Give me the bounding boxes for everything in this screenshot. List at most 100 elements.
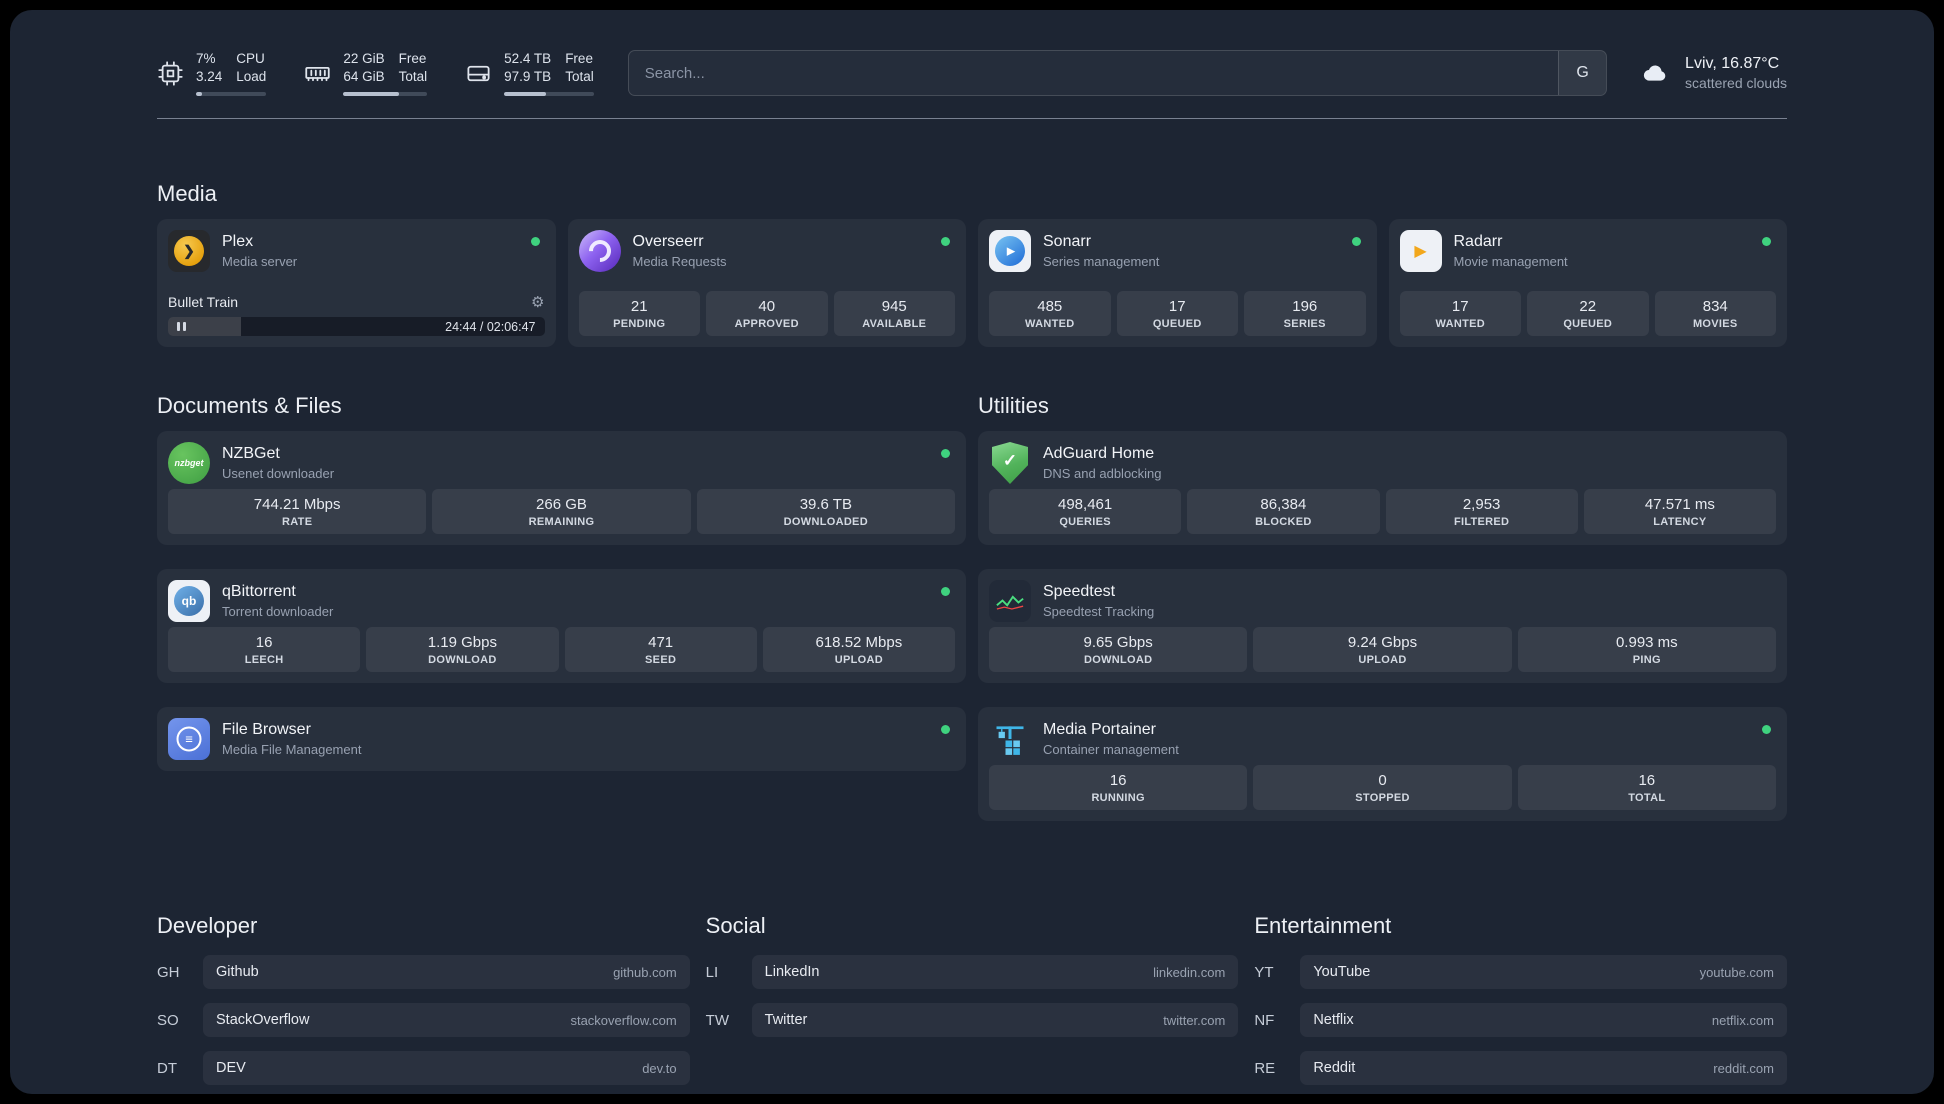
status-dot-online bbox=[941, 237, 950, 246]
stat-value: 485 bbox=[1037, 298, 1063, 315]
status-dot-online bbox=[941, 725, 950, 734]
cpu-icon bbox=[157, 60, 184, 87]
bookmark-dev: DT DEV dev.to bbox=[157, 1051, 690, 1085]
service-card-sonarr[interactable]: Sonarr Series management 485 WANTED 17 Q… bbox=[978, 219, 1377, 347]
service-card-overseerr[interactable]: Overseerr Media Requests 21 PENDING 40 A… bbox=[567, 219, 966, 347]
section-title-documents: Documents & Files bbox=[157, 393, 342, 418]
stat-value: 47.571 ms bbox=[1644, 496, 1715, 513]
cpu-usage-bar bbox=[196, 91, 267, 96]
service-header: Overseerr Media Requests bbox=[578, 230, 956, 272]
service-card-filebrowser[interactable]: File Browser Media File Management bbox=[157, 707, 966, 771]
bookmark-domain: twitter.com bbox=[1163, 1012, 1226, 1028]
service-stats: 498,461 QUERIES 86,384 BLOCKED 2,953 FIL… bbox=[989, 489, 1776, 534]
service-header: NZBGet Usenet downloader bbox=[168, 442, 955, 484]
service-card-portainer[interactable]: Media Portainer Container management 16 … bbox=[978, 707, 1787, 821]
service-header: Speedtest Speedtest Tracking bbox=[989, 580, 1776, 622]
service-card-qbittorrent[interactable]: qBittorrent Torrent downloader 16 LEECH bbox=[157, 569, 966, 683]
service-meta: AdGuard Home DNS and adblocking bbox=[1043, 445, 1162, 481]
service-name: Speedtest bbox=[1043, 583, 1116, 600]
status-dot-online bbox=[941, 449, 950, 458]
cpu-usage-fill bbox=[196, 91, 202, 96]
stat-value: 0.993 ms bbox=[1615, 634, 1678, 651]
bookmark-link-reddit[interactable]: Reddit reddit.com bbox=[1300, 1051, 1787, 1085]
bookmark-abbr: RE bbox=[1254, 1059, 1276, 1077]
service-card-speedtest[interactable]: Speedtest Speedtest Tracking 9.65 Gbps D… bbox=[978, 569, 1787, 683]
service-header: Plex Media server bbox=[168, 230, 545, 272]
stat-label: QUEUED bbox=[1152, 318, 1202, 330]
service-card-nzbget[interactable]: NZBGet Usenet downloader 744.21 Mbps RAT… bbox=[157, 431, 966, 545]
stat-block: 618.52 Mbps UPLOAD bbox=[762, 627, 955, 672]
utilities-column: Utilities AdGuard Home DNS and adblockin… bbox=[978, 393, 1787, 821]
gear-icon[interactable] bbox=[531, 295, 544, 310]
stat-label: UPLOAD bbox=[834, 654, 883, 666]
playback-progress-bar[interactable]: 24:44 / 02:06:47 bbox=[168, 317, 545, 336]
cpu-load-label: Load bbox=[236, 69, 267, 84]
stat-value: 86,384 bbox=[1260, 496, 1307, 513]
pause-icon[interactable] bbox=[177, 322, 186, 331]
bookmark-link-youtube[interactable]: YouTube youtube.com bbox=[1300, 955, 1787, 989]
bookmark-abbr: TW bbox=[705, 1011, 729, 1029]
stat-label: MOVIES bbox=[1692, 318, 1738, 330]
bookmark-link-twitter[interactable]: Twitter twitter.com bbox=[751, 1003, 1239, 1037]
bookmark-name: Reddit bbox=[1313, 1060, 1356, 1076]
service-stats: 21 PENDING 40 APPROVED 945 AVAILABLE bbox=[578, 291, 955, 336]
bookmark-link-stackoverflow[interactable]: StackOverflow stackoverflow.com bbox=[203, 1003, 690, 1037]
bookmark-group-developer: Developer GH Github github.com SO StackO… bbox=[157, 913, 690, 1085]
search-input[interactable] bbox=[628, 51, 1559, 95]
bookmark-link-dev[interactable]: DEV dev.to bbox=[203, 1051, 690, 1085]
stat-block: 17 WANTED bbox=[1399, 291, 1521, 336]
bookmark-abbr: YT bbox=[1254, 963, 1274, 981]
stat-label: PENDING bbox=[613, 318, 666, 330]
service-card-adguard[interactable]: AdGuard Home DNS and adblocking 498,461 … bbox=[978, 431, 1787, 545]
stat-value: 498,461 bbox=[1058, 496, 1113, 513]
disk-total-value: 97.9 TB bbox=[504, 69, 552, 84]
stat-value: 196 bbox=[1292, 298, 1318, 315]
bookmark-link-linkedin[interactable]: LinkedIn linkedin.com bbox=[751, 955, 1239, 989]
nzbget-icon bbox=[168, 442, 210, 484]
service-card-radarr[interactable]: Radarr Movie management 17 WANTED 22 QUE… bbox=[1388, 219, 1787, 347]
bookmark-abbr: LI bbox=[705, 963, 719, 981]
cpu-label: CPU bbox=[236, 51, 265, 67]
cloud-icon bbox=[1637, 58, 1673, 88]
memory-monitor: 22 GiB 64 GiB Free Total bbox=[304, 50, 428, 96]
bookmark-group-social: Social LI LinkedIn linkedin.com TW Twitt… bbox=[706, 913, 1239, 1085]
bookmark-abbr: SO bbox=[157, 1011, 179, 1029]
memory-free-value: 22 GiB bbox=[343, 51, 385, 67]
service-stats: 744.21 Mbps RATE 266 GB REMAINING 39.6 T… bbox=[168, 489, 955, 534]
service-header: qBittorrent Torrent downloader bbox=[168, 580, 955, 622]
search-bar: G bbox=[627, 50, 1608, 96]
weather-condition: scattered clouds bbox=[1685, 75, 1787, 92]
stat-block: 9.24 Gbps UPLOAD bbox=[1253, 627, 1512, 672]
service-header: AdGuard Home DNS and adblocking bbox=[989, 442, 1776, 484]
sonarr-icon bbox=[989, 230, 1031, 272]
bookmark-name: Netflix bbox=[1313, 1012, 1354, 1028]
service-description: Container management bbox=[1043, 742, 1179, 757]
service-card-plex[interactable]: Plex Media server Bullet Train 24:44 / 0… bbox=[157, 219, 556, 347]
bookmark-domain: reddit.com bbox=[1713, 1060, 1774, 1076]
plex-icon bbox=[168, 230, 210, 272]
cpu-readout: 7% 3.24 CPU Load bbox=[196, 50, 267, 96]
search-provider-button[interactable]: G bbox=[1558, 51, 1607, 95]
weather-widget: Lviv, 16.87°C scattered clouds bbox=[1637, 53, 1787, 93]
bookmark-domain: netflix.com bbox=[1711, 1012, 1774, 1028]
service-stats: 485 WANTED 17 QUEUED 196 SERIES bbox=[989, 291, 1366, 336]
stat-label: BLOCKED bbox=[1255, 516, 1312, 528]
stat-label: AVAILABLE bbox=[862, 318, 927, 330]
stat-block: 16 TOTAL bbox=[1517, 765, 1776, 810]
speedtest-chart-icon bbox=[989, 580, 1031, 622]
stat-label: RUNNING bbox=[1091, 792, 1145, 804]
service-stats: 16 LEECH 1.19 Gbps DOWNLOAD 471 SEED 618… bbox=[168, 627, 955, 672]
service-meta: Media Portainer Container management bbox=[1043, 721, 1179, 757]
service-description: Movie management bbox=[1453, 254, 1568, 269]
bookmark-domain: dev.to bbox=[642, 1060, 677, 1076]
stat-label: DOWNLOAD bbox=[1083, 654, 1153, 666]
disk-readout: 52.4 TB 97.9 TB Free Total bbox=[504, 50, 594, 96]
stat-value: 9.24 Gbps bbox=[1347, 634, 1418, 651]
memory-free-label: Free bbox=[398, 51, 427, 67]
disk-total-label: Total bbox=[565, 69, 594, 84]
bookmark-link-netflix[interactable]: Netflix netflix.com bbox=[1300, 1003, 1787, 1037]
bookmark-name: DEV bbox=[216, 1060, 246, 1076]
bookmark-link-github[interactable]: Github github.com bbox=[203, 955, 690, 989]
stat-label: UPLOAD bbox=[1358, 654, 1407, 666]
bookmark-name: Twitter bbox=[764, 1012, 808, 1028]
